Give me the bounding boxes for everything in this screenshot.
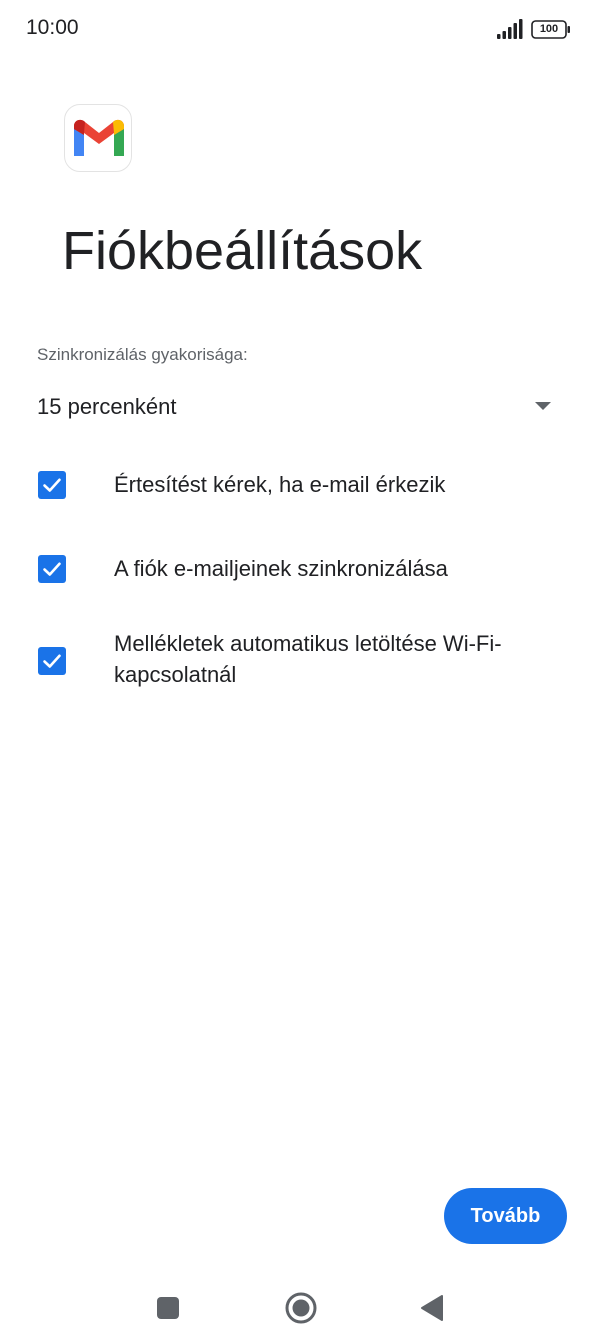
sync-frequency-dropdown[interactable]: 15 percenként	[22, 382, 574, 430]
recents-square-icon[interactable]	[148, 1288, 188, 1328]
status-time: 10:00	[26, 16, 79, 39]
check-icon	[43, 654, 61, 668]
auto-download-checkbox[interactable]	[38, 647, 66, 675]
check-icon	[43, 478, 61, 492]
dropdown-arrow-icon	[535, 402, 551, 410]
notify-checkbox[interactable]	[38, 471, 66, 499]
notify-label: Értesítést kérek, ha e-mail érkezik	[114, 472, 446, 497]
gmail-logo-icon	[64, 104, 132, 172]
next-button[interactable]: Tovább	[444, 1188, 567, 1244]
option-auto-download-attachments[interactable]: Mellékletek automatikus letöltése Wi-Fi-…	[22, 628, 582, 694]
back-triangle-icon[interactable]	[413, 1288, 453, 1328]
sync-frequency-label: Szinkronizálás gyakorisága:	[37, 345, 248, 364]
check-icon	[43, 562, 61, 576]
option-notify-new-email[interactable]: Értesítést kérek, ha e-mail érkezik	[22, 466, 582, 506]
status-bar: 10:00 100	[0, 0, 604, 58]
sync-email-checkbox[interactable]	[38, 555, 66, 583]
navigation-bar	[0, 1276, 604, 1344]
auto-download-label: Mellékletek automatikus letöltése Wi-Fi-…	[114, 631, 502, 687]
battery-level: 100	[539, 23, 559, 35]
sync-frequency-value: 15 percenként	[37, 394, 177, 419]
home-circle-icon[interactable]	[281, 1288, 321, 1328]
sync-email-label: A fiók e-mailjeinek szinkronizálása	[114, 556, 448, 581]
option-sync-email[interactable]: A fiók e-mailjeinek szinkronizálása	[22, 550, 582, 590]
page-title: Fiókbeállítások	[62, 221, 423, 281]
signal-icon	[497, 19, 523, 39]
